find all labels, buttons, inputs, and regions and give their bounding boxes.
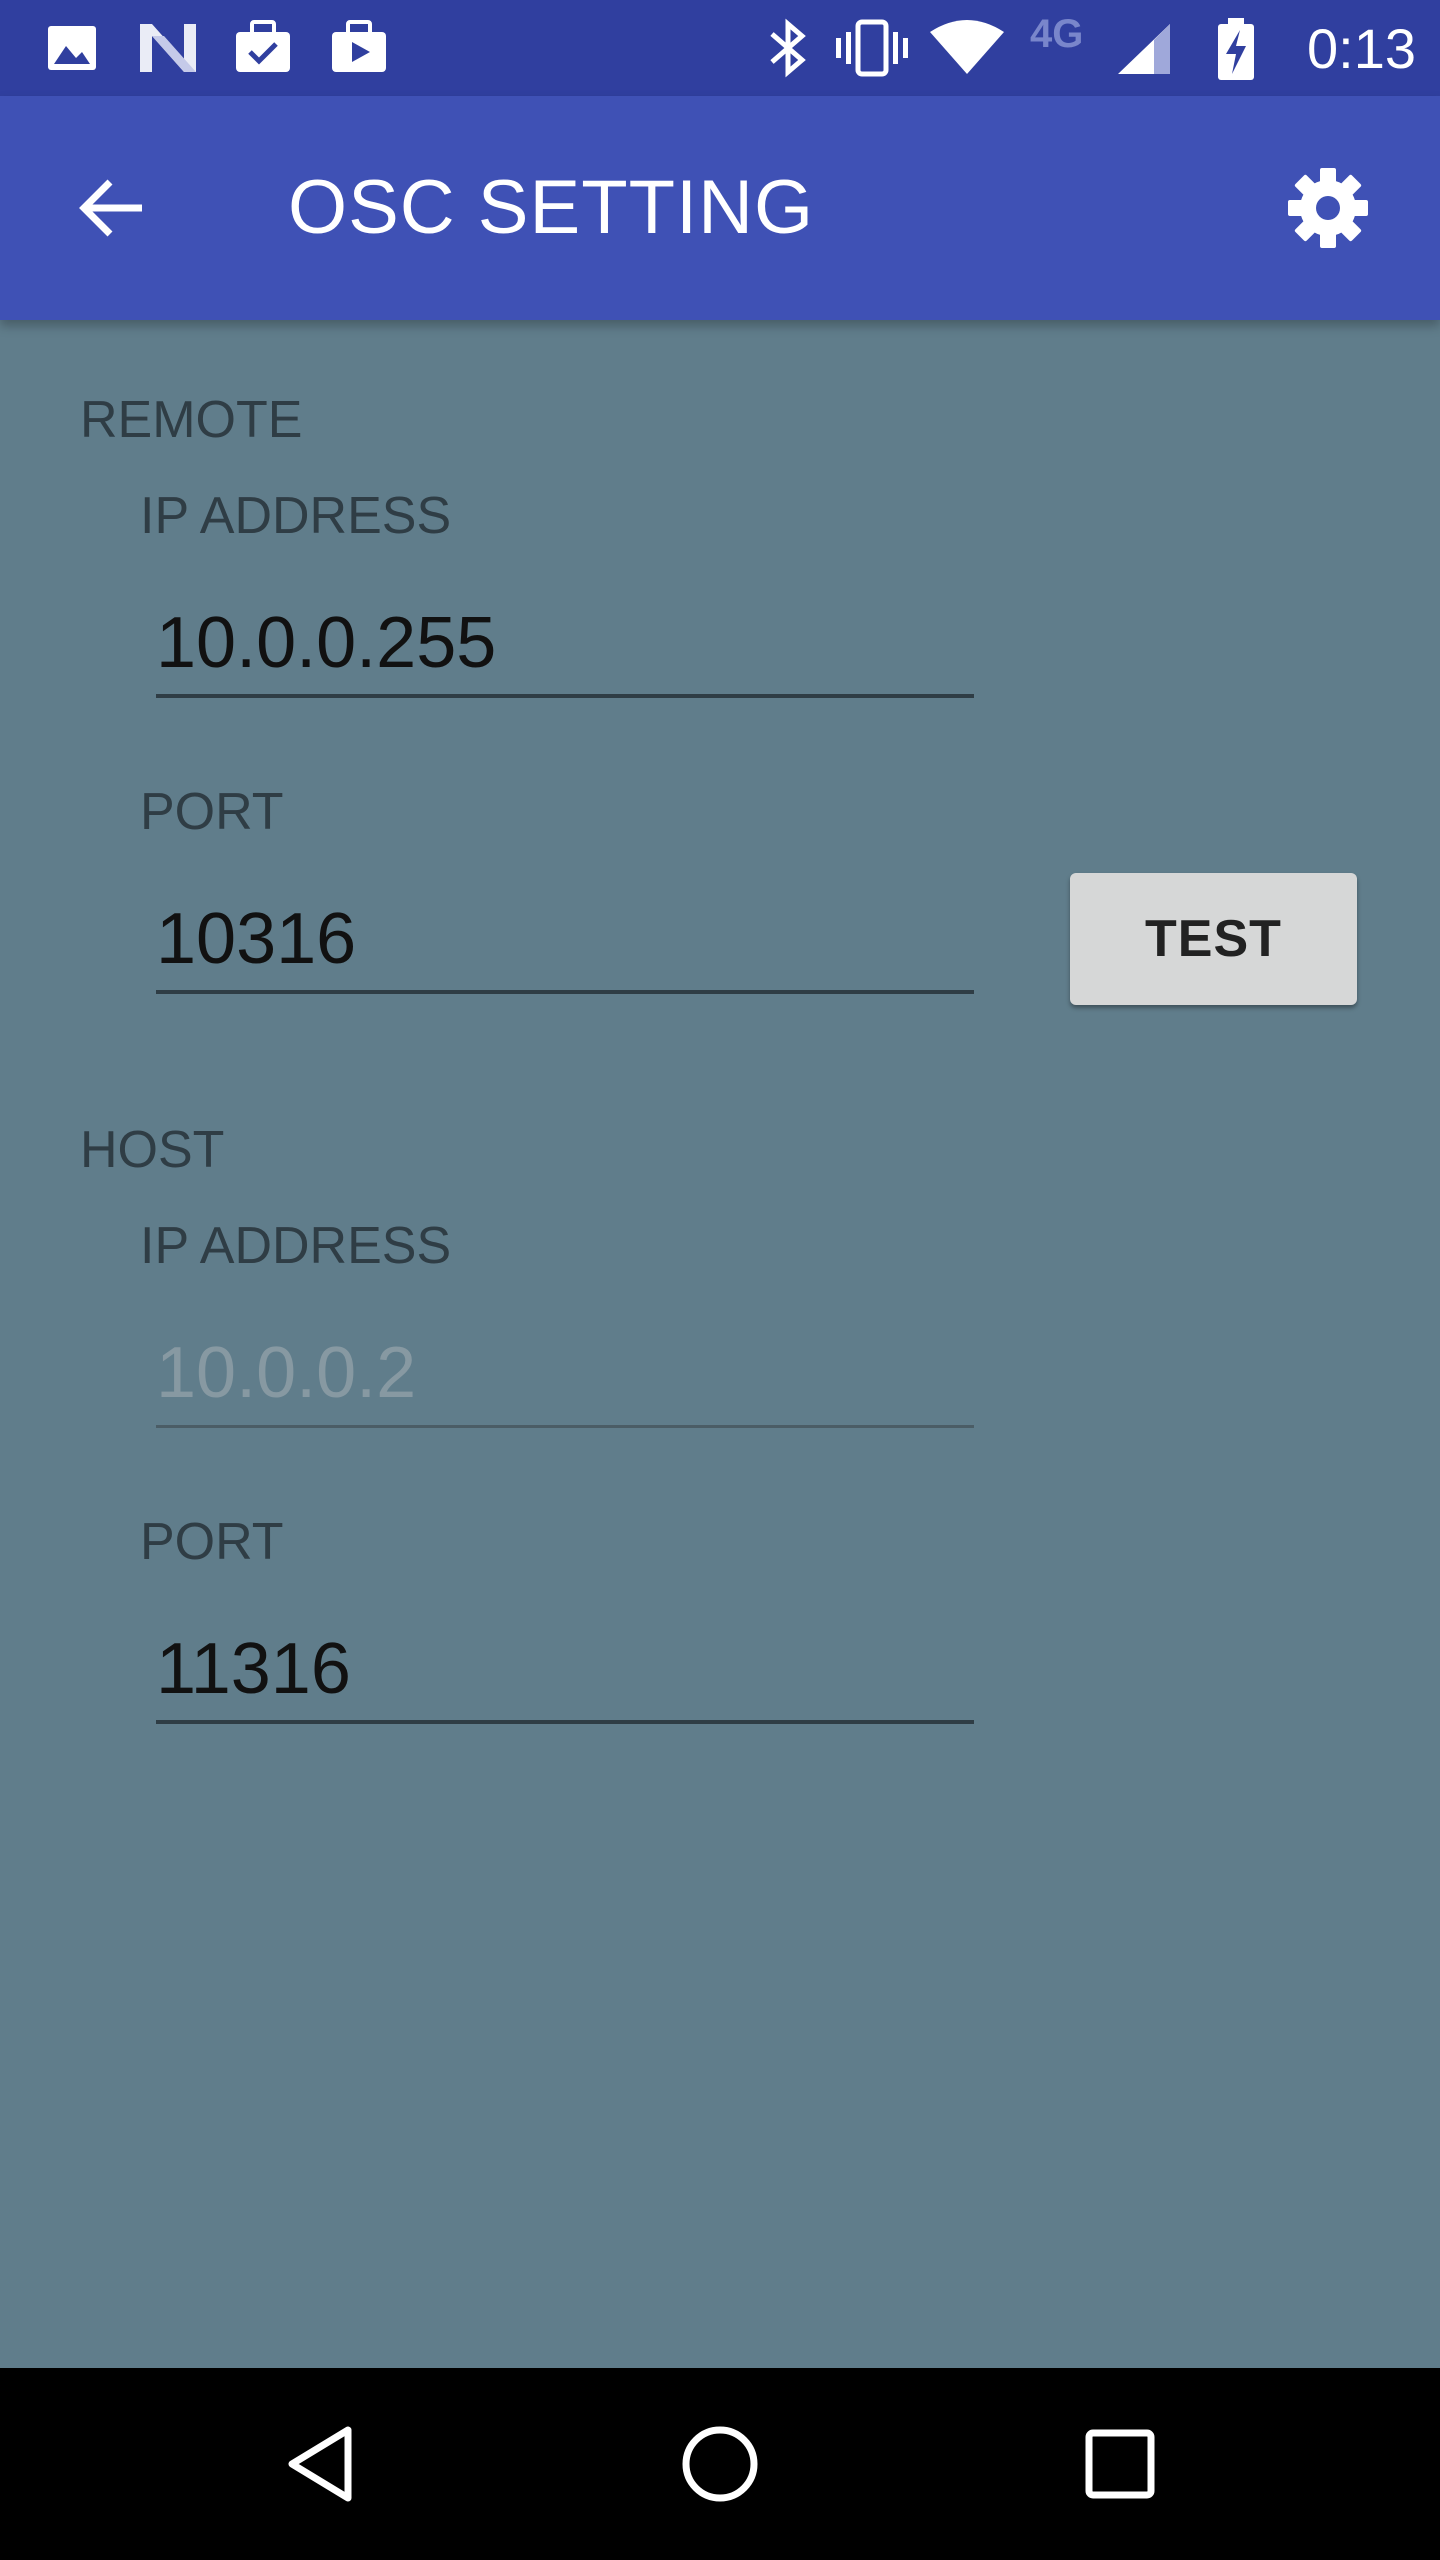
- status-bar: 4G 0:13: [0, 0, 1440, 96]
- host-port-label: PORT: [140, 1513, 284, 1571]
- remote-port-label: PORT: [140, 783, 284, 841]
- remote-ip-underline: [156, 694, 974, 698]
- network-type-label: 4G: [1030, 12, 1084, 56]
- page-title: OSC SETTING: [288, 165, 815, 250]
- app-bar: OSC SETTING: [0, 96, 1440, 320]
- host-port-input[interactable]: 11316: [156, 1624, 974, 1714]
- host-section-label: HOST: [80, 1121, 225, 1179]
- test-button[interactable]: TEST: [1070, 873, 1357, 1005]
- remote-section-label: REMOTE: [80, 391, 303, 449]
- host-port-underline: [156, 1720, 974, 1724]
- remote-port-underline: [156, 990, 974, 994]
- cellular-signal-icon: [1118, 24, 1170, 74]
- remote-ip-input[interactable]: 10.0.0.255: [156, 598, 974, 688]
- home-circle-icon[interactable]: [680, 2424, 760, 2504]
- n-logo-icon: [140, 24, 196, 72]
- briefcase-check-icon: [236, 20, 290, 72]
- vibrate-icon: [836, 19, 908, 77]
- battery-charging-icon: [1218, 18, 1254, 80]
- host-ip-label: IP ADDRESS: [140, 1217, 452, 1275]
- gear-icon[interactable]: [1286, 166, 1370, 250]
- remote-port-input[interactable]: 10316: [156, 894, 974, 984]
- briefcase-play-icon: [332, 20, 386, 72]
- system-nav-bar: [0, 2368, 1440, 2560]
- wifi-icon: [930, 20, 1004, 74]
- settings-content: REMOTE IP ADDRESS 10.0.0.255 PORT 10316 …: [0, 320, 1440, 2368]
- host-ip-input: 10.0.0.2: [156, 1333, 417, 1413]
- arrow-back-icon[interactable]: [78, 176, 146, 240]
- host-ip-underline: [156, 1425, 974, 1428]
- status-time: 0:13: [1307, 17, 1416, 80]
- bluetooth-icon: [770, 18, 806, 78]
- image-icon: [48, 26, 96, 70]
- remote-ip-label: IP ADDRESS: [140, 487, 452, 545]
- back-triangle-icon[interactable]: [284, 2424, 356, 2504]
- recents-square-icon[interactable]: [1084, 2428, 1156, 2500]
